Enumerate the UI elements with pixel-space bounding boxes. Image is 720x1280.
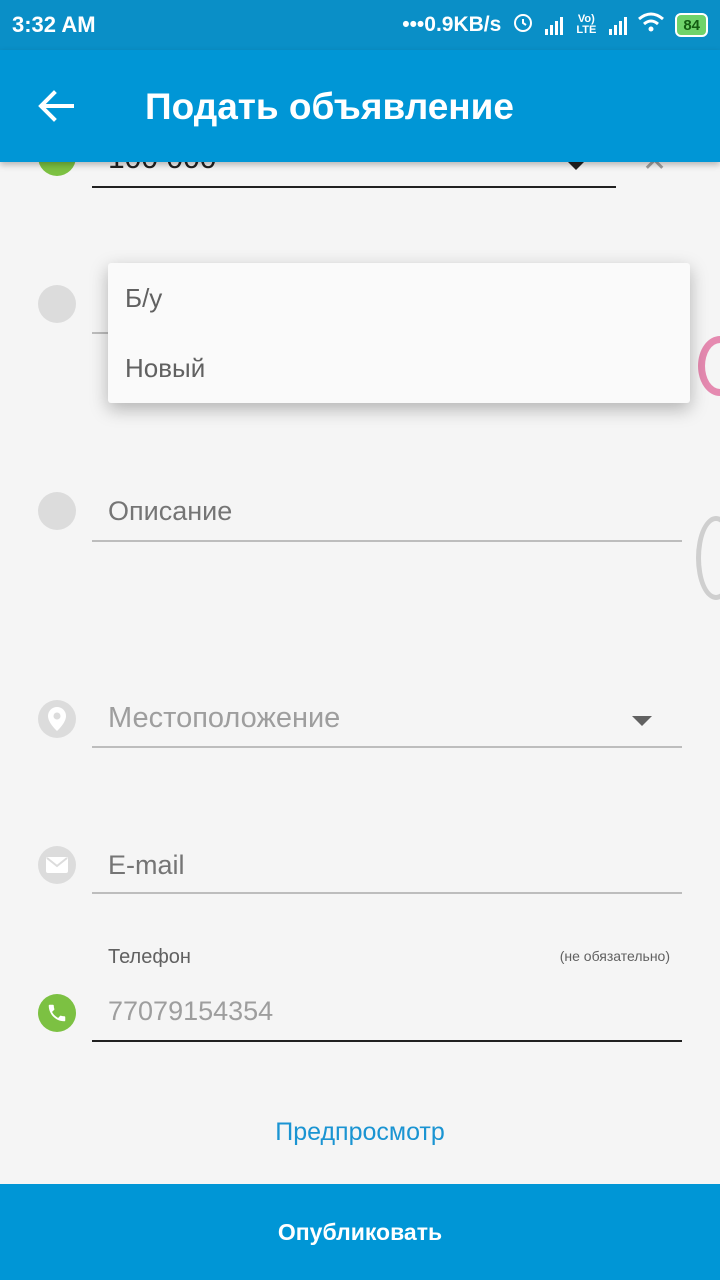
- description-input[interactable]: Описание: [108, 496, 232, 527]
- menu-item-used[interactable]: Б/у: [108, 263, 690, 333]
- location-row[interactable]: Местоположение: [0, 698, 720, 758]
- location-dropdown-arrow-icon[interactable]: [632, 716, 652, 726]
- alarm-icon: [511, 10, 535, 40]
- phone-icon: [38, 994, 76, 1032]
- location-underline: [92, 746, 682, 748]
- phone-row[interactable]: Телефон (не обязательно) 77079154354: [0, 944, 720, 1044]
- phone-input[interactable]: 77079154354: [108, 996, 273, 1027]
- email-input[interactable]: E-mail: [108, 850, 185, 881]
- preview-button[interactable]: Предпросмотр: [0, 1118, 720, 1147]
- signal-icon: [545, 15, 564, 35]
- pink-ring-decoration: [698, 336, 720, 396]
- wifi-icon: [637, 11, 665, 39]
- menu-item-new[interactable]: Новый: [108, 333, 690, 403]
- price-underline: [92, 186, 616, 188]
- app-bar: Подать объявление: [0, 50, 720, 162]
- volte-icon: Vo) LTE: [576, 13, 597, 36]
- email-row[interactable]: E-mail: [0, 846, 720, 906]
- arrow-left-icon: [38, 90, 74, 122]
- location-pin-icon: [38, 700, 76, 738]
- publish-button[interactable]: Опубликовать: [0, 1184, 720, 1280]
- phone-optional-note: (не обязательно): [559, 948, 670, 964]
- email-underline: [92, 892, 682, 894]
- signal-icon-2: [609, 15, 628, 35]
- status-time: 3:32 AM: [12, 12, 96, 37]
- back-button[interactable]: [36, 86, 76, 126]
- phone-label: Телефон: [108, 946, 191, 968]
- network-speed: •••0.9KB/s: [402, 13, 502, 36]
- description-status-icon: [38, 492, 76, 530]
- page-title: Подать объявление: [145, 86, 514, 127]
- battery-icon: 84: [675, 13, 708, 37]
- description-underline: [92, 540, 682, 542]
- email-icon: [38, 846, 76, 884]
- status-icons: •••0.9KB/s Vo) LTE 84: [402, 10, 708, 40]
- condition-dropdown-menu: Б/у Новый: [108, 263, 690, 403]
- location-select[interactable]: Местоположение: [108, 702, 340, 735]
- phone-underline: [92, 1040, 682, 1042]
- status-bar: 3:32 AM •••0.9KB/s Vo) LTE 84: [0, 0, 720, 50]
- condition-status-icon: [38, 285, 76, 323]
- description-row[interactable]: Описание: [0, 490, 720, 550]
